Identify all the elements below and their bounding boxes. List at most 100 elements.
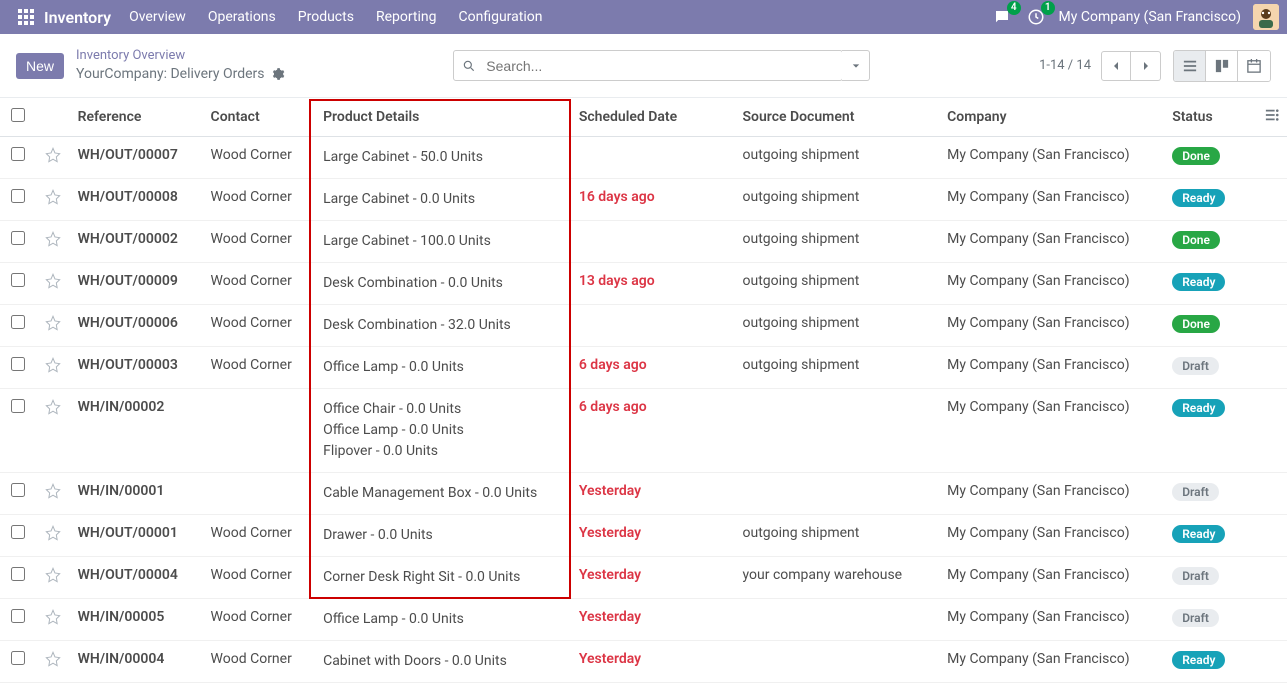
row-checkbox[interactable] [11,483,25,497]
star-icon[interactable] [45,529,61,545]
menu-operations[interactable]: Operations [208,9,276,25]
menu-reporting[interactable]: Reporting [376,9,437,25]
brand-title[interactable]: Inventory [44,8,111,27]
menu-configuration[interactable]: Configuration [459,9,543,25]
pager-prev-button[interactable] [1101,51,1131,81]
star-icon[interactable] [45,361,61,377]
view-kanban-button[interactable] [1206,51,1238,81]
cell-source-document [735,641,940,683]
view-calendar-button[interactable] [1238,51,1270,81]
header-scheduled-date[interactable]: Scheduled Date [571,98,735,137]
user-avatar[interactable] [1253,4,1279,30]
cell-status: Ready [1164,641,1256,683]
row-checkbox[interactable] [11,525,25,539]
row-checkbox[interactable] [11,609,25,623]
cell-reference: WH/IN/00001 [70,473,203,515]
table-row[interactable]: WH/IN/00005Wood CornerOffice Lamp - 0.0 … [0,599,1287,641]
view-list-button[interactable] [1174,51,1206,81]
cell-company: My Company (San Francisco) [939,641,1164,683]
cell-status: Ready [1164,515,1256,557]
star-icon[interactable] [45,193,61,209]
star-icon[interactable] [45,151,61,167]
cell-contact: Wood Corner [203,221,316,263]
main-menu: Overview Operations Products Reporting C… [129,9,542,25]
table-row[interactable]: WH/OUT/00004Wood CornerCorner Desk Right… [0,557,1287,599]
table-row[interactable]: WH/OUT/00001Wood CornerDrawer - 0.0 Unit… [0,515,1287,557]
cell-contact: Wood Corner [203,263,316,305]
chat-icon[interactable]: 4 [991,6,1013,28]
status-badge: Draft [1172,567,1219,585]
star-icon[interactable] [45,319,61,335]
star-icon[interactable] [45,235,61,251]
search-dropdown-toggle[interactable] [842,50,870,81]
cell-product-details: Large Cabinet - 50.0 Units [315,137,571,179]
star-icon[interactable] [45,655,61,671]
row-checkbox[interactable] [11,231,25,245]
header-product-details[interactable]: Product Details [315,98,571,137]
cell-status: Draft [1164,347,1256,389]
new-button[interactable]: New [16,53,64,79]
star-icon[interactable] [45,487,61,503]
table-row[interactable]: WH/OUT/00009Wood CornerDesk Combination … [0,263,1287,305]
cell-scheduled-date: Yesterday [571,599,735,641]
table-row[interactable]: WH/OUT/00006Wood CornerDesk Combination … [0,305,1287,347]
status-badge: Done [1172,147,1220,165]
search-input[interactable] [484,54,842,78]
breadcrumb-parent[interactable]: Inventory Overview [76,48,285,65]
pager-text: 1-14 / 14 [1039,58,1091,73]
breadcrumb: Inventory Overview YourCompany: Delivery… [76,48,285,83]
cell-company: My Company (San Francisco) [939,221,1164,263]
table-row[interactable]: WH/IN/00004Wood CornerCabinet with Doors… [0,641,1287,683]
header-reference[interactable]: Reference [70,98,203,137]
breadcrumb-current: YourCompany: Delivery Orders [76,65,265,83]
cell-source-document: outgoing shipment [735,137,940,179]
cell-source-document: outgoing shipment [735,347,940,389]
cell-source-document [735,473,940,515]
gear-icon[interactable] [271,67,285,81]
cell-status: Draft [1164,473,1256,515]
header-company[interactable]: Company [939,98,1164,137]
cell-reference: WH/OUT/00007 [70,137,203,179]
status-badge: Ready [1172,273,1225,291]
row-checkbox[interactable] [11,399,25,413]
table-row[interactable]: WH/OUT/00002Wood CornerLarge Cabinet - 1… [0,221,1287,263]
header-status[interactable]: Status [1164,98,1256,137]
row-checkbox[interactable] [11,273,25,287]
cell-product-details: Office Chair - 0.0 UnitsOffice Lamp - 0.… [315,389,571,473]
table-row[interactable]: WH/OUT/00003Wood CornerOffice Lamp - 0.0… [0,347,1287,389]
pager-next-button[interactable] [1131,51,1161,81]
header-contact[interactable]: Contact [203,98,316,137]
star-icon[interactable] [45,277,61,293]
select-all-checkbox[interactable] [11,108,25,122]
search-box[interactable] [453,50,843,81]
activity-icon[interactable]: 1 [1025,6,1047,28]
row-checkbox[interactable] [11,357,25,371]
table-row[interactable]: WH/OUT/00007Wood CornerLarge Cabinet - 5… [0,137,1287,179]
cell-product-details: Cable Management Box - 0.0 Units [315,473,571,515]
cell-scheduled-date [571,137,735,179]
apps-icon[interactable] [16,7,36,27]
cell-company: My Company (San Francisco) [939,305,1164,347]
cell-product-details: Large Cabinet - 0.0 Units [315,179,571,221]
star-icon[interactable] [45,403,61,419]
row-checkbox[interactable] [11,315,25,329]
star-icon[interactable] [45,571,61,587]
cell-source-document: outgoing shipment [735,179,940,221]
table-row[interactable]: WH/IN/00001 Cable Management Box - 0.0 Un… [0,473,1287,515]
menu-products[interactable]: Products [298,9,354,25]
menu-overview[interactable]: Overview [129,9,186,25]
table-row[interactable]: WH/IN/00002Office Chair - 0.0 UnitsOffic… [0,389,1287,473]
row-checkbox[interactable] [11,147,25,161]
cell-company: My Company (San Francisco) [939,599,1164,641]
star-icon[interactable] [45,613,61,629]
cell-scheduled-date: Yesterday [571,515,735,557]
company-selector[interactable]: My Company (San Francisco) [1059,9,1241,25]
status-badge: Ready [1172,651,1225,669]
table-row[interactable]: WH/OUT/00008Wood CornerLarge Cabinet - 0… [0,179,1287,221]
columns-options-icon[interactable] [1265,110,1279,126]
header-source-document[interactable]: Source Document [735,98,940,137]
row-checkbox[interactable] [11,567,25,581]
cell-product-details: Drawer - 0.0 Units [315,515,571,557]
row-checkbox[interactable] [11,189,25,203]
row-checkbox[interactable] [11,651,25,665]
